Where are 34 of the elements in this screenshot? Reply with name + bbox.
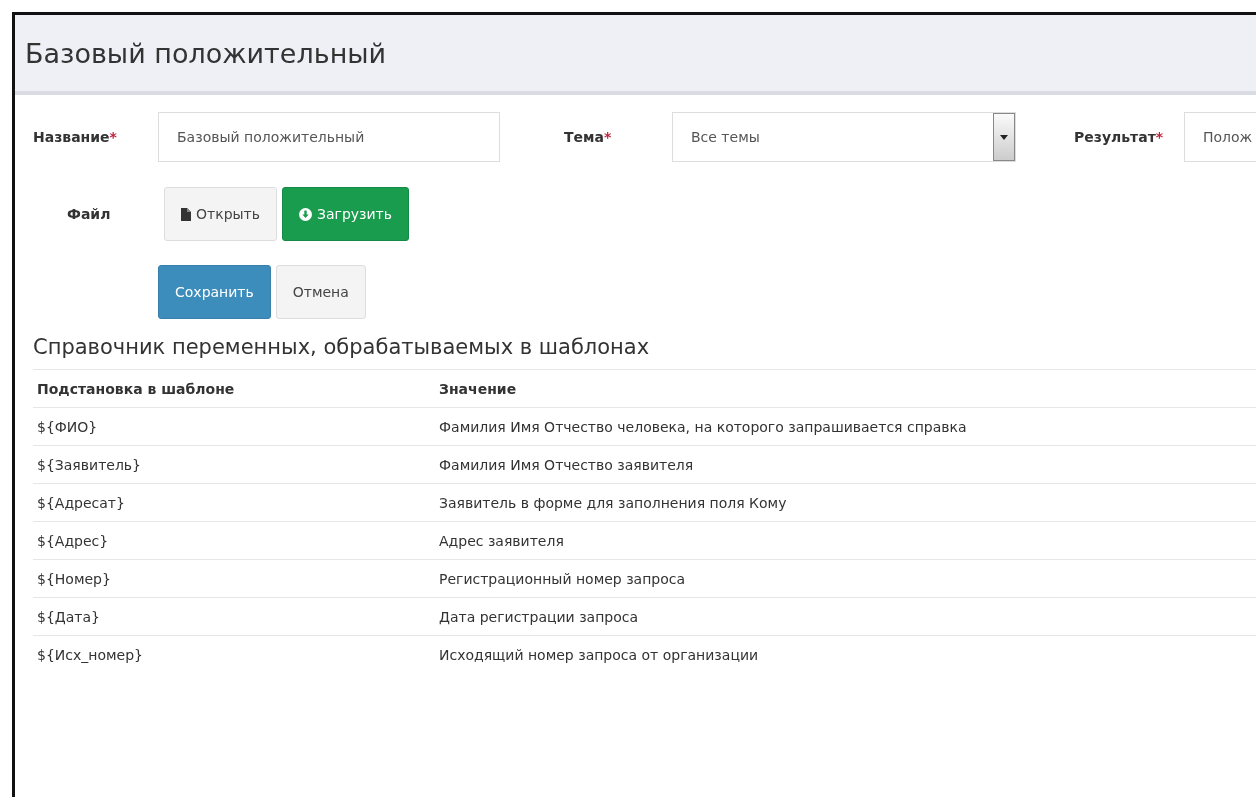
- table-cell: ${Дата}: [33, 597, 435, 636]
- table-cell: ${Номер}: [33, 559, 435, 598]
- table-cell: Заявитель в форме для заполнения поля Кому: [435, 483, 1256, 522]
- required-mark: *: [109, 129, 117, 145]
- save-button[interactable]: Сохранить: [158, 265, 271, 319]
- cancel-button[interactable]: Отмена: [275, 265, 366, 319]
- required-mark: *: [603, 129, 612, 145]
- table-cell: ${Адрес}: [33, 521, 435, 560]
- column-header: Значение: [435, 369, 1256, 408]
- section-title: Справочник переменных, обрабатываемых в шаблонах: [33, 335, 651, 359]
- table-cell: ${Адресат}: [33, 483, 435, 522]
- column-header: Подстановка в шаблоне: [33, 369, 435, 408]
- field-label: Файл: [66, 206, 112, 222]
- page-title: Базовый положительный: [25, 37, 387, 69]
- field-label: Тема: [564, 129, 604, 145]
- table-cell: Дата регистрации запроса: [435, 597, 1256, 636]
- table-cell: ${ФИО}: [33, 407, 435, 446]
- field-label: Название: [33, 129, 110, 145]
- table-cell: ${Заявитель}: [33, 445, 435, 484]
- table-cell: Адрес заявителя: [435, 521, 1256, 560]
- input-field[interactable]: Базовый положительный: [158, 112, 500, 162]
- table-cell: ${Исх_номер}: [33, 635, 435, 673]
- download-circle-icon: [299, 207, 312, 221]
- required-mark: *: [1155, 129, 1164, 145]
- table-cell: Исходящий номер запроса от организации: [435, 635, 1256, 673]
- field-label: Результат: [1074, 129, 1156, 145]
- table-cell: Регистрационный номер запроса: [435, 559, 1256, 598]
- input-field[interactable]: Полож: [1184, 112, 1256, 162]
- upload-button[interactable]: Загрузить: [282, 187, 409, 241]
- file-icon: [181, 207, 191, 221]
- table-cell: Фамилия Имя Отчество заявителя: [435, 445, 1256, 484]
- table-cell: Фамилия Имя Отчество человека, на которого запрашивается справка: [435, 407, 1256, 446]
- select-field[interactable]: Все темы: [672, 112, 1016, 162]
- open-button[interactable]: Открыть: [164, 187, 277, 241]
